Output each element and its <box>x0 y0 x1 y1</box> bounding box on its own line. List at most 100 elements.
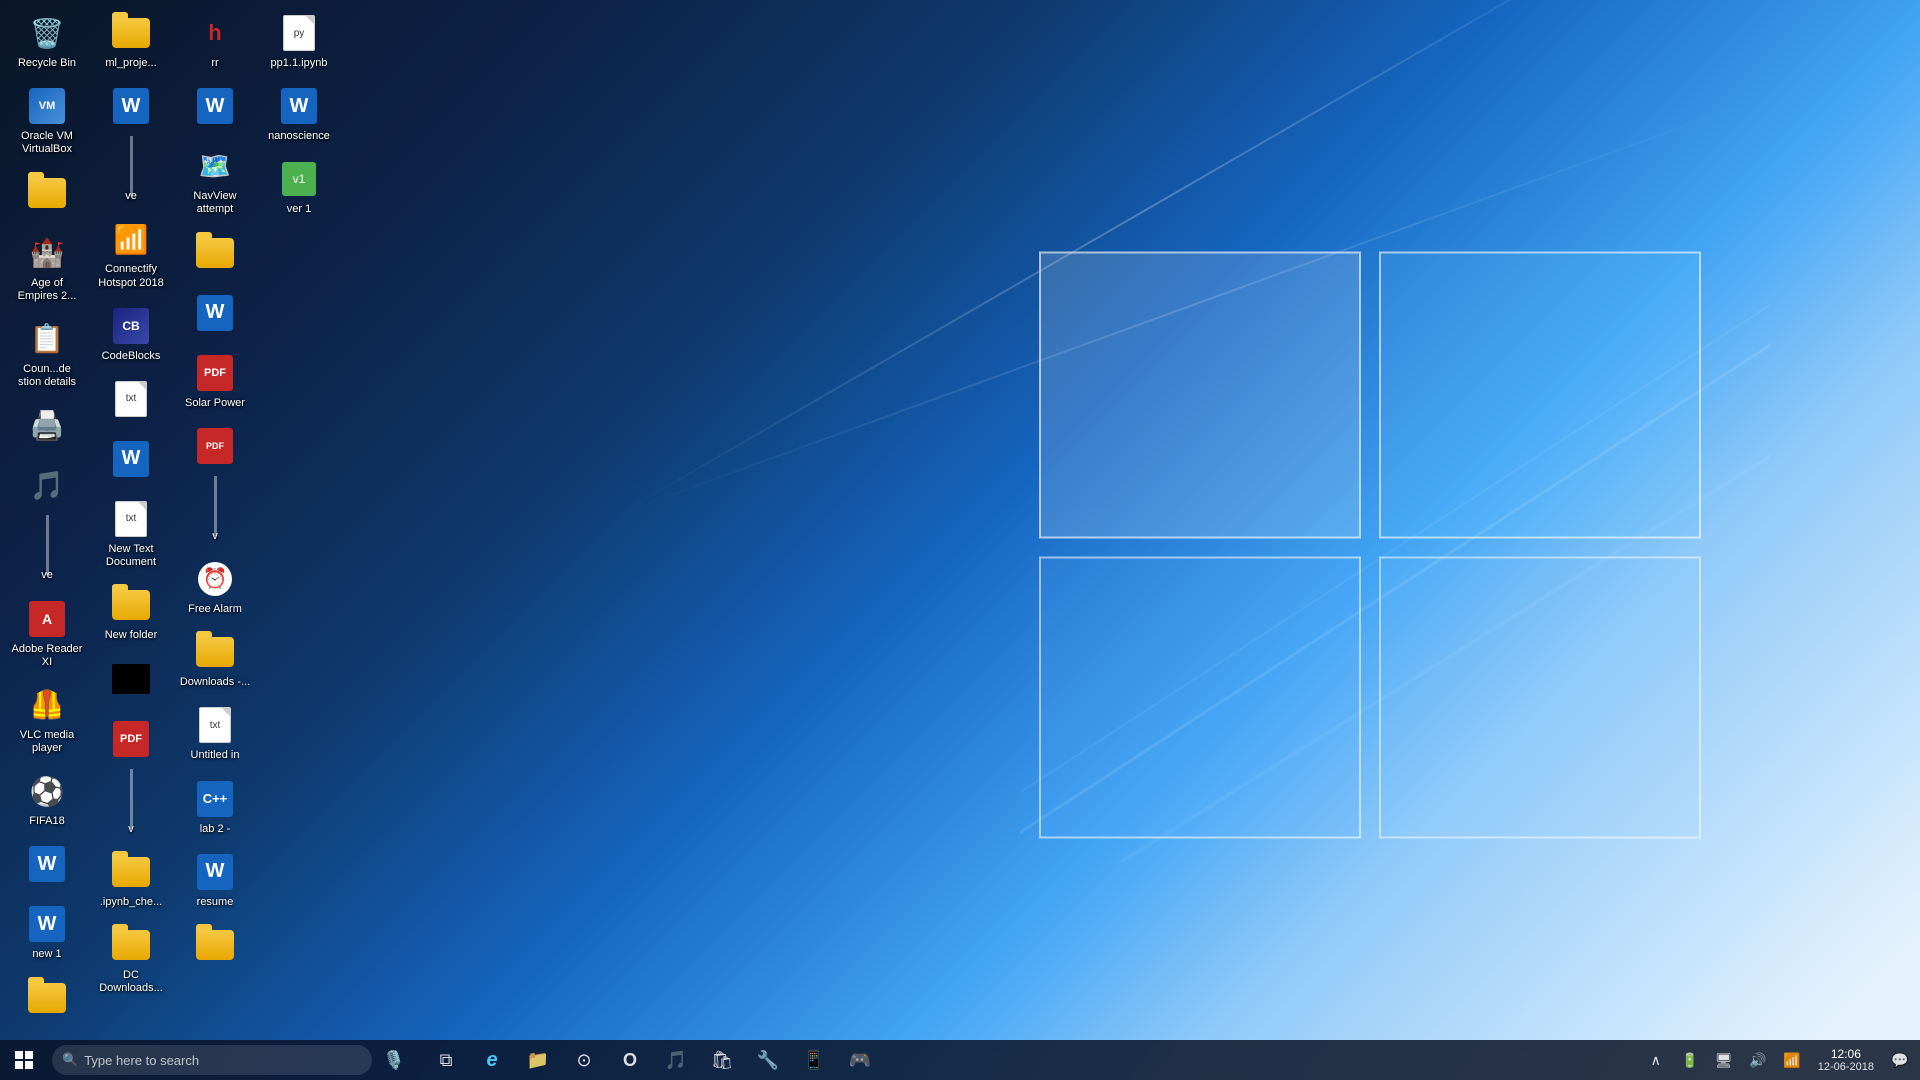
desktop-icon-connectify[interactable]: 📶 Connectify Hotspot 2018 <box>91 213 171 295</box>
folder4-icon <box>195 925 235 965</box>
desktop-icon-redacted2[interactable] <box>91 653 171 709</box>
desktop-icon-free-alarm[interactable]: ⏰ Free Alarm <box>175 553 255 622</box>
volume-icon-button[interactable]: 🔊 <box>1742 1040 1774 1080</box>
ipynb-label: .ipynb_che... <box>100 896 162 909</box>
word2-icon: W <box>111 86 151 126</box>
desktop-icon-vlc[interactable]: 🦺 VLC media player <box>7 679 87 761</box>
desktop-icon-codeblocks[interactable]: CB CodeBlocks <box>91 300 171 369</box>
desktop-icon-age-of-empires[interactable]: 🏰 Age of Empires 2... <box>7 227 87 309</box>
desktop-icon-cpp-lab[interactable]: C++ lab 2 - <box>175 773 255 842</box>
desktop-icon-downloads[interactable]: Downloads -... <box>175 626 255 695</box>
desktop-icon-ve3[interactable]: v <box>91 773 171 842</box>
desktop-icon-pdf-small[interactable]: PDF <box>175 420 255 476</box>
network-icon-button[interactable]: 🖥 <box>1708 1040 1740 1080</box>
desktop-icon-folder2[interactable] <box>7 972 87 1028</box>
desktop-icon-ipynb[interactable]: .ipynb_che... <box>91 846 171 915</box>
desktop-icon-navview[interactable]: 🗺️ NavView attempt <box>175 140 255 222</box>
fifa-label: FIFA18 <box>29 815 64 828</box>
opera-button[interactable]: O <box>608 1040 652 1080</box>
desktop-icon-txtfile[interactable]: txt <box>91 373 171 429</box>
clock-date: 12-06-2018 <box>1818 1061 1874 1073</box>
word3-icon: W <box>111 439 151 479</box>
solar-power-label: Solar Power <box>185 397 245 410</box>
new-text-doc-icon: txt <box>111 499 151 539</box>
pp1-ipynb-label: pp1.1.ipynb <box>271 57 328 70</box>
start-button[interactable] <box>0 1040 48 1080</box>
rr-label: rr <box>211 57 218 70</box>
desktop-icon-folder-1[interactable] <box>7 167 87 223</box>
desktop-icon-pp1-ipynb[interactable]: py pp1.1.ipynb <box>259 7 339 76</box>
desktop-icon-ve2[interactable]: ve <box>91 140 171 209</box>
desktop-icon-adobe[interactable]: A Adobe Reader XI <box>7 593 87 675</box>
desktop-icon-new-text-doc[interactable]: txt New Text Document <box>91 493 171 575</box>
word4-icon: W <box>195 86 235 126</box>
recycle-bin-label: Recycle Bin <box>18 57 76 70</box>
desktop-icon-resume[interactable]: W resume <box>175 846 255 915</box>
nanoscience-label: nanoscience <box>268 130 330 143</box>
tool-button[interactable]: 🔧 <box>746 1040 790 1080</box>
desktop-icon-fifa[interactable]: ⚽ FIFA18 <box>7 765 87 834</box>
show-hidden-icons-button[interactable]: ∧ <box>1640 1040 1672 1080</box>
downloads-icon <box>195 632 235 672</box>
desktop-icon-word5[interactable]: W <box>175 287 255 343</box>
connectify-icon: 📶 <box>111 219 151 259</box>
dc-downloads-label: DC Downloads... <box>95 969 167 995</box>
desktop-icon-solar-power[interactable]: PDF Solar Power <box>175 347 255 416</box>
search-bar[interactable]: 🔍 Type here to search <box>52 1045 372 1075</box>
phone-icon: 📱 <box>803 1050 825 1071</box>
edge-button[interactable]: e <box>470 1040 514 1080</box>
desktop-icon-folder4[interactable] <box>175 919 255 975</box>
resume-icon: W <box>195 852 235 892</box>
desktop-icon-folder3[interactable] <box>175 227 255 283</box>
desktop-icon-new-folder[interactable]: New folder <box>91 579 171 648</box>
file-explorer-button[interactable]: 📁 <box>516 1040 560 1080</box>
desktop-icon-pdf-redacted[interactable]: PDF <box>91 713 171 769</box>
adobe-icon: A <box>27 599 67 639</box>
desktop-icon-word3[interactable]: W <box>91 433 171 489</box>
new1-icon: W <box>27 904 67 944</box>
pdf-small-icon: PDF <box>195 426 235 466</box>
microphone-button[interactable]: 🎙️ <box>372 1040 416 1080</box>
desktop-icon-printer[interactable]: 🖨️ <box>7 399 87 455</box>
free-alarm-label: Free Alarm <box>188 603 242 616</box>
chrome-button[interactable]: ⊙ <box>562 1040 606 1080</box>
desktop-icon-countdown[interactable]: 📋 Coun...de stion details <box>7 313 87 395</box>
desktop-icon-ver1[interactable]: v1 ver 1 <box>259 153 339 222</box>
desktop-icon-word4[interactable]: W <box>175 80 255 136</box>
desktop-icon-nanoscience[interactable]: W nanoscience <box>259 80 339 149</box>
action-center-button[interactable]: 💬 <box>1884 1040 1916 1080</box>
desktop-icon-mlproject[interactable]: ml_proje... <box>91 7 171 76</box>
store-button[interactable]: 🛍 <box>700 1040 744 1080</box>
desktop-icon-ve4[interactable]: v <box>175 480 255 549</box>
desktop-icon-oracle-vm[interactable]: VM Oracle VM VirtualBox <box>7 80 87 162</box>
wifi-icon-button[interactable]: 📶 <box>1776 1040 1808 1080</box>
battery-icon-button[interactable]: 🔋 <box>1674 1040 1706 1080</box>
ve2-icon <box>111 146 151 186</box>
vlc-taskbar-button[interactable]: 🎵 <box>654 1040 698 1080</box>
phone-button[interactable]: 📱 <box>792 1040 836 1080</box>
new1-label: new 1 <box>32 948 61 961</box>
codeblocks-label: CodeBlocks <box>102 350 161 363</box>
new-folder-label: New folder <box>105 629 158 642</box>
desktop-icon-untitled-in[interactable]: txt Untitled in <box>175 699 255 768</box>
folder3-icon <box>195 233 235 273</box>
desktop-icon-ve1[interactable]: ve <box>7 519 87 588</box>
taskbar-center: ⧉ e 📁 ⊙ O 🎵 🛍 🔧 📱 🎮 <box>416 1040 1636 1080</box>
clock[interactable]: 12:06 12-06-2018 <box>1810 1040 1882 1080</box>
action-center-icon: 💬 <box>1891 1052 1908 1069</box>
untitled-in-icon: txt <box>195 705 235 745</box>
desktop-icon-word1[interactable]: W <box>7 838 87 894</box>
desktop-icon-word2[interactable]: W <box>91 80 171 136</box>
game-button[interactable]: 🎮 <box>838 1040 882 1080</box>
codeblocks-icon: CB <box>111 306 151 346</box>
desktop-icon-recycle-bin[interactable]: 🗑️ Recycle Bin <box>7 7 87 76</box>
task-view-button[interactable]: ⧉ <box>424 1040 468 1080</box>
desktop-icon-itunes[interactable]: 🎵 <box>7 459 87 515</box>
desktop-icon-dc-downloads[interactable]: DC Downloads... <box>91 919 171 1001</box>
desktop-icon-new1[interactable]: W new 1 <box>7 898 87 967</box>
oracle-vm-icon: VM <box>27 86 67 126</box>
ve3-icon <box>111 779 151 819</box>
desktop-icon-rr[interactable]: h rr <box>175 7 255 76</box>
ve1-icon <box>27 525 67 565</box>
volume-icon: 🔊 <box>1749 1052 1766 1069</box>
